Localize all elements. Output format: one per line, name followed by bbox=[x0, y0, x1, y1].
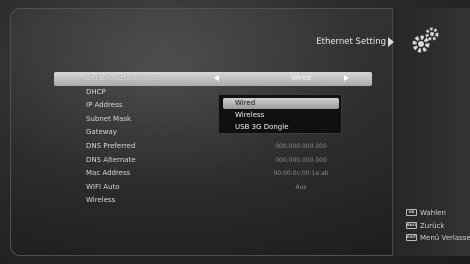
setting-label: Default Network Type bbox=[86, 74, 162, 82]
setting-label: Subnet Mask bbox=[86, 114, 132, 123]
dropdown-option-usb-3g-dongle[interactable]: USB 3G Dongle bbox=[223, 122, 339, 133]
dropdown-option-wired[interactable]: Wired bbox=[223, 98, 339, 109]
network-type-dropdown[interactable]: Wired Wireless USB 3G Dongle bbox=[218, 94, 342, 134]
setting-row-mac-address[interactable]: Mac Address 00:00:0c:00:1e:ab bbox=[54, 167, 372, 181]
setting-row-dns-alternate[interactable]: DNS Alternate 000.000.000.000 bbox=[54, 154, 372, 168]
tv-screen: Ethernet Setting Default Network Type Wi… bbox=[0, 0, 470, 264]
gear-icon bbox=[412, 27, 439, 53]
setting-row-wireless[interactable]: Wireless bbox=[54, 194, 372, 208]
legend-label: Menü Verlassen bbox=[420, 234, 470, 242]
setting-value: Wired bbox=[290, 74, 312, 82]
setting-row-dns-preferred[interactable]: DNS Preferred 000.000.000.000 bbox=[54, 140, 372, 154]
setting-row-wifi-auto[interactable]: WIFI Auto Aus bbox=[54, 181, 372, 195]
setting-label: IP Address bbox=[86, 101, 123, 110]
setting-label: WIFI Auto bbox=[86, 182, 120, 191]
setting-value: 000.000.000.000 bbox=[275, 156, 327, 164]
setting-label: DNS Alternate bbox=[86, 155, 136, 164]
setting-label: Gateway bbox=[86, 128, 117, 137]
legend-label: Wahlen bbox=[420, 209, 446, 217]
page-title: Ethernet Setting bbox=[316, 37, 386, 47]
dropdown-option-wireless[interactable]: Wireless bbox=[223, 110, 339, 121]
arrow-left-icon[interactable] bbox=[214, 75, 219, 81]
arrow-right-icon[interactable] bbox=[344, 75, 349, 81]
legend-label: Zurück bbox=[420, 221, 445, 230]
exit-key-icon: EXIT bbox=[406, 234, 417, 241]
setting-row-network-type[interactable]: Default Network Type Wired bbox=[54, 72, 372, 86]
setting-label: DNS Preferred bbox=[86, 141, 136, 150]
back-key-icon: BACK bbox=[406, 221, 417, 229]
setting-label: Wireless bbox=[86, 196, 116, 205]
ok-key-icon: OK bbox=[406, 209, 417, 216]
network-settings-list: Default Network Type Wired DHCP IP Addre… bbox=[54, 72, 372, 208]
setting-value: 000.000.000.000 bbox=[275, 142, 327, 150]
title-arrow-icon bbox=[388, 37, 394, 47]
setting-value: 00:00:0c:00:1e:ab bbox=[273, 170, 329, 178]
setting-label: DHCP bbox=[86, 87, 106, 96]
setting-value: Aus bbox=[295, 183, 307, 191]
setting-label: Mac Address bbox=[86, 169, 131, 178]
